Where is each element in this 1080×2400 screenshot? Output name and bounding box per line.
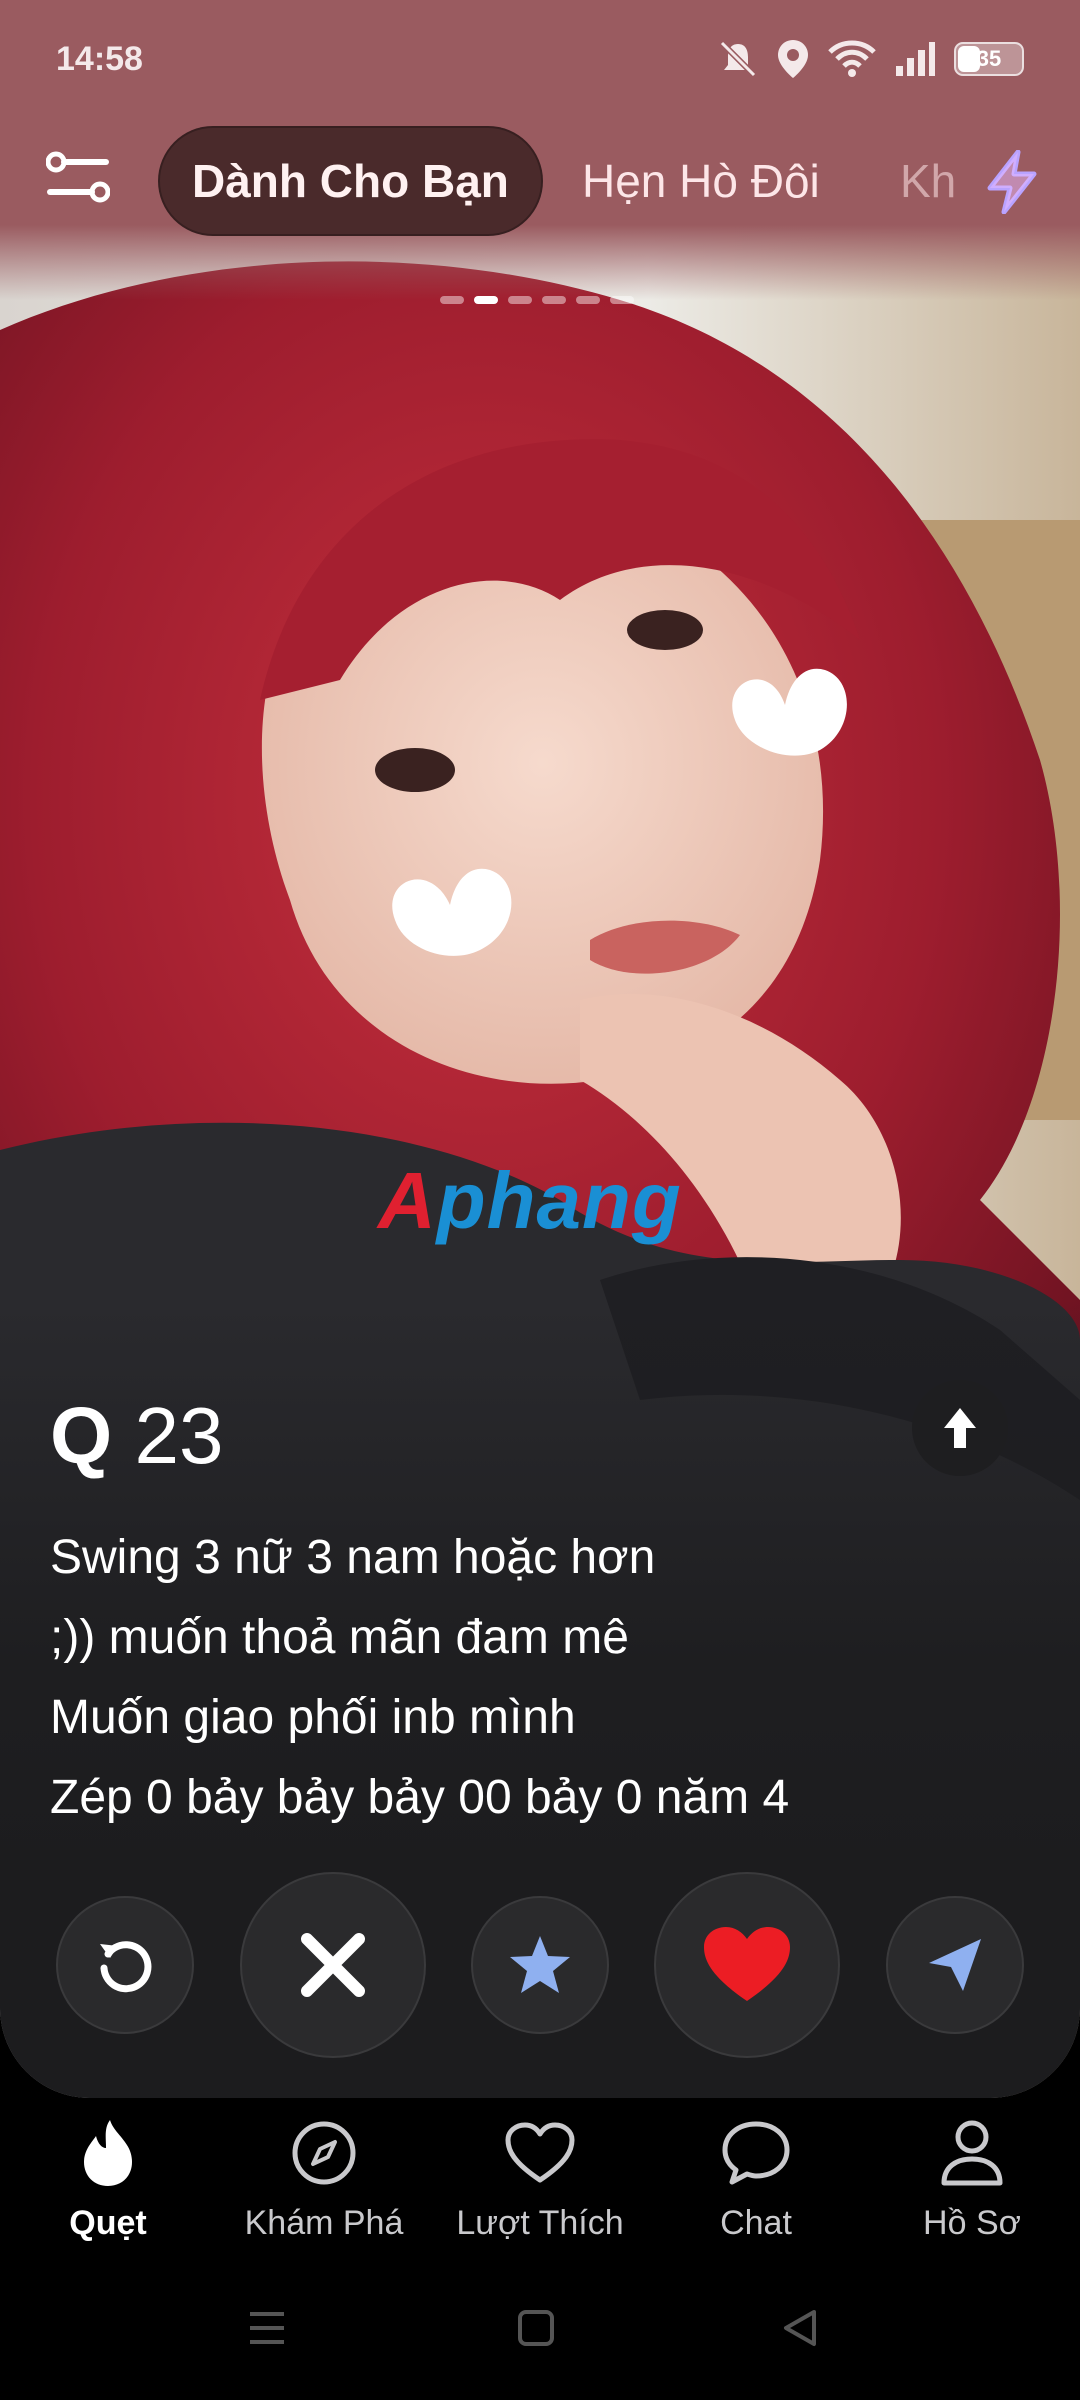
photo-dot[interactable]	[610, 296, 634, 304]
watermark-part-b: phang	[436, 1156, 682, 1245]
bottom-nav: Quẹt Khám Phá Lượt Thích Chat Hồ Sơ	[0, 2110, 1080, 2280]
mute-icon	[719, 40, 757, 78]
watermark-part-a: A	[378, 1156, 437, 1245]
nav-label: Khám Phá	[244, 2204, 404, 2242]
status-bar: 14:58 35	[0, 0, 1080, 120]
chat-icon	[648, 2110, 864, 2196]
action-bar	[0, 1870, 1080, 2060]
nope-button[interactable]	[240, 1872, 426, 2058]
bio-line: Zép 0 bảy bảy bảy 00 bảy 0 năm 4	[50, 1771, 790, 1824]
compass-icon	[216, 2110, 432, 2196]
status-time: 14:58	[56, 40, 143, 78]
nav-label: Hồ Sơ	[923, 2204, 1021, 2242]
nav-swipe[interactable]: Quẹt	[0, 2110, 216, 2243]
profile-age: 23	[134, 1391, 224, 1480]
back-icon[interactable]	[780, 2308, 820, 2353]
nav-label: Quẹt	[69, 2204, 147, 2242]
super-like-button[interactable]	[471, 1896, 609, 2034]
signal-icon	[896, 42, 935, 76]
nav-explore[interactable]: Khám Phá	[216, 2110, 432, 2243]
boost-send-button[interactable]	[886, 1896, 1024, 2034]
photo-pagination	[440, 296, 634, 304]
home-icon[interactable]	[516, 2308, 556, 2353]
profile-name: Q	[50, 1391, 113, 1480]
rewind-button[interactable]	[56, 1896, 194, 2034]
bio-line: Swing 3 nữ 3 nam hoặc hơn	[50, 1531, 656, 1584]
location-icon	[778, 40, 808, 78]
nav-likes[interactable]: Lượt Thích	[432, 2110, 648, 2243]
system-nav-bar	[0, 2290, 1080, 2380]
profile-bio: Swing 3 nữ 3 nam hoặc hơn ;)) muốn thoả …	[50, 1518, 789, 1838]
lightning-icon	[987, 149, 1037, 215]
heart-icon	[704, 1927, 790, 2001]
flame-icon	[0, 2110, 216, 2196]
sliders-icon	[45, 151, 111, 203]
heart-outline-icon	[432, 2110, 648, 2196]
rewind-icon	[100, 1941, 152, 1993]
arrow-up-icon	[944, 1408, 976, 1448]
photo-dot[interactable]	[542, 296, 566, 304]
photo-dot[interactable]	[440, 296, 464, 304]
nav-profile[interactable]: Hồ Sơ	[864, 2110, 1080, 2243]
wifi-icon	[828, 40, 876, 77]
status-icons: 35	[718, 38, 1024, 80]
nav-label: Chat	[720, 2204, 792, 2242]
photo-dot[interactable]	[576, 296, 600, 304]
profile-card[interactable]: Aphang Q 23 Swing 3 nữ 3 nam hoặc hơn ;)…	[0, 0, 1080, 2098]
photo-dot-active[interactable]	[474, 296, 498, 304]
profile-name-age: Q 23	[50, 1390, 223, 1482]
profile-icon	[864, 2110, 1080, 2196]
close-icon	[301, 1933, 365, 1997]
tab-double-date[interactable]: Hẹn Hò Đôi	[582, 154, 820, 208]
tab-explore-partial[interactable]: Kh	[900, 154, 960, 208]
watermark-logo: Aphang	[378, 1155, 682, 1247]
open-profile-button[interactable]	[912, 1380, 1008, 1476]
boost-button[interactable]	[984, 149, 1044, 215]
battery-icon: 35	[954, 42, 1024, 76]
send-icon	[929, 1939, 981, 1991]
top-nav: Dành Cho Bạn Hẹn Hò Đôi Kh	[0, 120, 1080, 240]
recents-icon[interactable]	[246, 2308, 288, 2353]
filter-button[interactable]	[45, 148, 118, 212]
nav-label: Lượt Thích	[456, 2204, 624, 2242]
like-button[interactable]	[654, 1872, 840, 2058]
star-icon	[510, 1936, 570, 1993]
nav-chat[interactable]: Chat	[648, 2110, 864, 2243]
battery-level: 35	[976, 46, 1002, 71]
photo-dot[interactable]	[508, 296, 532, 304]
bio-line: ;)) muốn thoả mãn đam mê	[50, 1611, 629, 1664]
tab-for-you[interactable]: Dành Cho Bạn	[158, 126, 543, 236]
bio-line: Muốn giao phối inb mình	[50, 1691, 576, 1744]
